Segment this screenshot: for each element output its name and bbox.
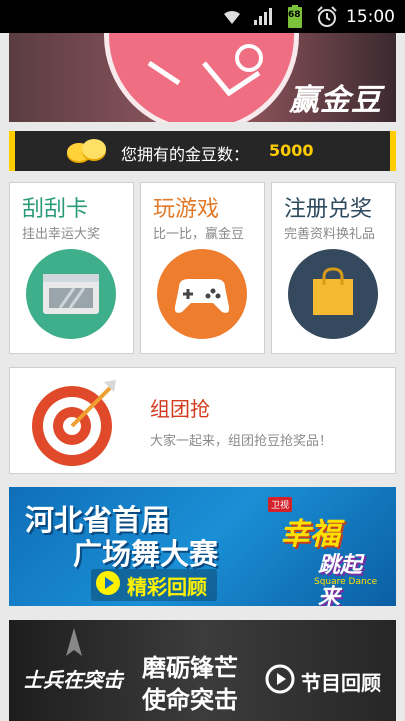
signal-icon (253, 6, 275, 30)
card-title: 刮刮卡 (22, 197, 89, 222)
review-label: 节目回顾 (301, 671, 381, 695)
card-subtitle: 挂出幸运大奖 (22, 227, 101, 242)
top-banner[interactable]: 赢金豆 (9, 33, 396, 122)
coin-balance-value: 5000 (269, 141, 314, 160)
banner-title: 赢金豆 (289, 83, 382, 118)
show-title: 士兵在突击 (23, 668, 123, 692)
logo-en: Square Dance (314, 577, 378, 587)
ad-banner-soldier[interactable]: 士兵在突击 磨砺锋芒 使命突击 节目回顾 (9, 620, 396, 721)
card-games[interactable]: 玩游戏 比一比，赢金豆 (140, 182, 265, 354)
show-logo: 卫视 幸福 跳起来 Square Dance (268, 497, 378, 606)
review-button[interactable]: 节目回顾 (265, 664, 381, 699)
card-subtitle: 比一比，赢金豆 (153, 227, 245, 242)
battery-level: 68 (288, 10, 301, 20)
ad-dance-line2: 广场舞大赛 (73, 537, 219, 571)
play-icon (265, 664, 295, 699)
card-subtitle: 完善资料换礼品 (284, 227, 376, 242)
clock: 15:00 (346, 7, 395, 27)
card-title: 注册兑奖 (284, 197, 373, 222)
ad-soldier-line1: 磨砺锋芒 (142, 654, 238, 682)
wifi-icon (220, 6, 244, 30)
replay-button[interactable]: 精彩回顾 (91, 569, 217, 601)
browser-window-icon (26, 249, 116, 339)
card-title: 玩游戏 (153, 197, 220, 222)
ad-soldier-line2: 使命突击 (142, 686, 238, 714)
ad-banner-dance[interactable]: 河北省首届 广场舞大赛 精彩回顾 卫视 幸福 跳起来 Square Dance (9, 487, 396, 606)
play-icon (95, 570, 121, 601)
coin-balance-bar: 您拥有的金豆数： 5000 (9, 131, 396, 171)
card-register[interactable]: 注册兑奖 完善资料换礼品 (271, 182, 396, 354)
target-arrow-icon (26, 376, 126, 472)
coin-balance-label: 您拥有的金豆数： (121, 145, 250, 164)
gold-coins-icon (65, 137, 109, 169)
gamepad-icon (157, 249, 247, 339)
group-buy-title: 组团抢 (150, 397, 210, 421)
status-bar: 68 15:00 (0, 0, 405, 33)
group-buy-card[interactable]: 组团抢 大家一起来，组团抢豆抢奖品！ (9, 367, 396, 474)
banner-badge (104, 33, 299, 122)
shopping-bag-icon (288, 249, 378, 339)
group-buy-subtitle: 大家一起来，组团抢豆抢奖品！ (150, 434, 333, 449)
alarm-clock-icon (316, 6, 338, 32)
replay-label: 精彩回顾 (127, 574, 207, 599)
card-scratch[interactable]: 刮刮卡 挂出幸运大奖 (9, 182, 134, 354)
